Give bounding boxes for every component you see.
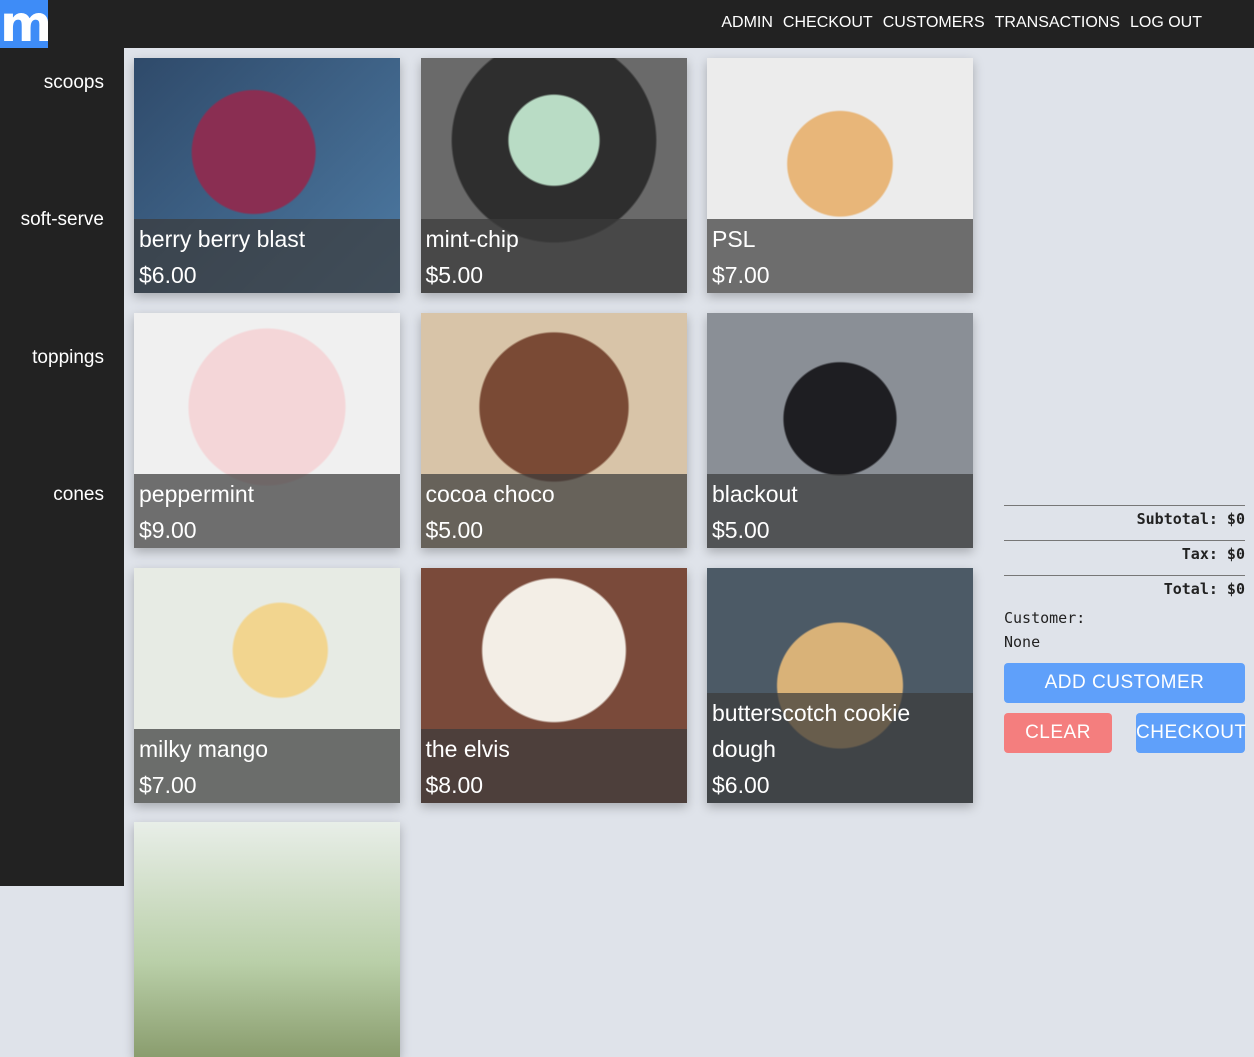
product-price: $9.00 (139, 517, 197, 543)
product-name: berry berry blast (139, 226, 306, 252)
customer-info: Customer: None (1004, 606, 1085, 654)
product-card[interactable]: butterscotch cookie dough $6.00 (707, 568, 973, 803)
tax: Tax: $0 (1004, 540, 1245, 575)
product-card[interactable]: cocoa choco $5.00 (420, 313, 687, 548)
product-overlay: butterscotch cookie dough $6.00 (707, 693, 973, 803)
product-overlay: blackout $5.00 (707, 474, 973, 548)
product-price: $6.00 (712, 772, 770, 798)
product-name: mint-chip (425, 226, 519, 252)
product-name: PSL (712, 226, 756, 252)
product-overlay: cocoa choco $5.00 (420, 474, 687, 548)
product-price: $5.00 (425, 517, 484, 543)
sidebar-item-scoops[interactable]: scoops (44, 72, 104, 94)
sidebar-item-soft-serve[interactable]: soft-serve (21, 209, 104, 231)
logo[interactable]: m (0, 0, 48, 48)
top-navbar: m ADMIN CHECKOUT CUSTOMERS TRANSACTIONS … (0, 0, 1254, 48)
product-overlay: milky mango $7.00 (134, 729, 400, 803)
customer-value: None (1004, 633, 1041, 651)
nav-links: ADMIN CHECKOUT CUSTOMERS TRANSACTIONS LO… (721, 14, 1202, 32)
sidebar-item-toppings[interactable]: toppings (32, 347, 104, 369)
product-name: the elvis (425, 736, 510, 762)
product-card[interactable]: peppermint $9.00 (134, 313, 400, 548)
product-card[interactable]: blackout $5.00 (707, 313, 973, 548)
product-overlay: the elvis $8.00 (420, 729, 687, 803)
nav-transactions[interactable]: TRANSACTIONS (995, 14, 1120, 32)
product-name: blackout (712, 481, 798, 507)
category-sidebar: scoops soft-serve toppings cones (0, 48, 124, 886)
product-image (134, 822, 400, 1057)
product-price: $7.00 (139, 772, 197, 798)
product-price: $8.00 (425, 772, 484, 798)
clear-button[interactable]: CLEAR (1004, 713, 1112, 753)
product-card[interactable]: PSL $7.00 (707, 58, 973, 293)
product-price: $6.00 (139, 262, 197, 288)
product-price: $5.00 (712, 517, 770, 543)
product-card[interactable]: milky mango $7.00 (134, 568, 400, 803)
product-card[interactable]: mint-chip $5.00 (420, 58, 687, 293)
product-overlay: peppermint $9.00 (134, 474, 400, 548)
nav-customers[interactable]: CUSTOMERS (883, 14, 985, 32)
nav-admin[interactable]: ADMIN (721, 14, 773, 32)
product-overlay: mint-chip $5.00 (420, 219, 687, 293)
product-card[interactable] (134, 822, 400, 1057)
product-overlay: berry berry blast $6.00 (134, 219, 400, 293)
customer-label: Customer: (1004, 609, 1086, 627)
product-price: $7.00 (712, 262, 770, 288)
sidebar-item-cones[interactable]: cones (53, 484, 104, 506)
nav-checkout[interactable]: CHECKOUT (783, 14, 873, 32)
checkout-button[interactable]: CHECKOUT (1136, 713, 1246, 753)
product-name: peppermint (139, 481, 255, 507)
subtotal: Subtotal: $0 (1004, 505, 1245, 540)
product-overlay: PSL $7.00 (707, 219, 973, 293)
product-card[interactable]: the elvis $8.00 (420, 568, 687, 803)
product-price: $5.00 (425, 262, 484, 288)
product-name: cocoa choco (425, 481, 555, 507)
product-name: butterscotch cookie dough (712, 700, 911, 762)
product-name: milky mango (139, 736, 269, 762)
total: Total: $0 (1004, 575, 1245, 610)
add-customer-button[interactable]: ADD CUSTOMER (1004, 663, 1245, 703)
nav-log-out[interactable]: LOG OUT (1130, 14, 1202, 32)
cart-totals: Subtotal: $0 Tax: $0 Total: $0 (1004, 505, 1245, 610)
product-card[interactable]: berry berry blast $6.00 (134, 58, 400, 293)
